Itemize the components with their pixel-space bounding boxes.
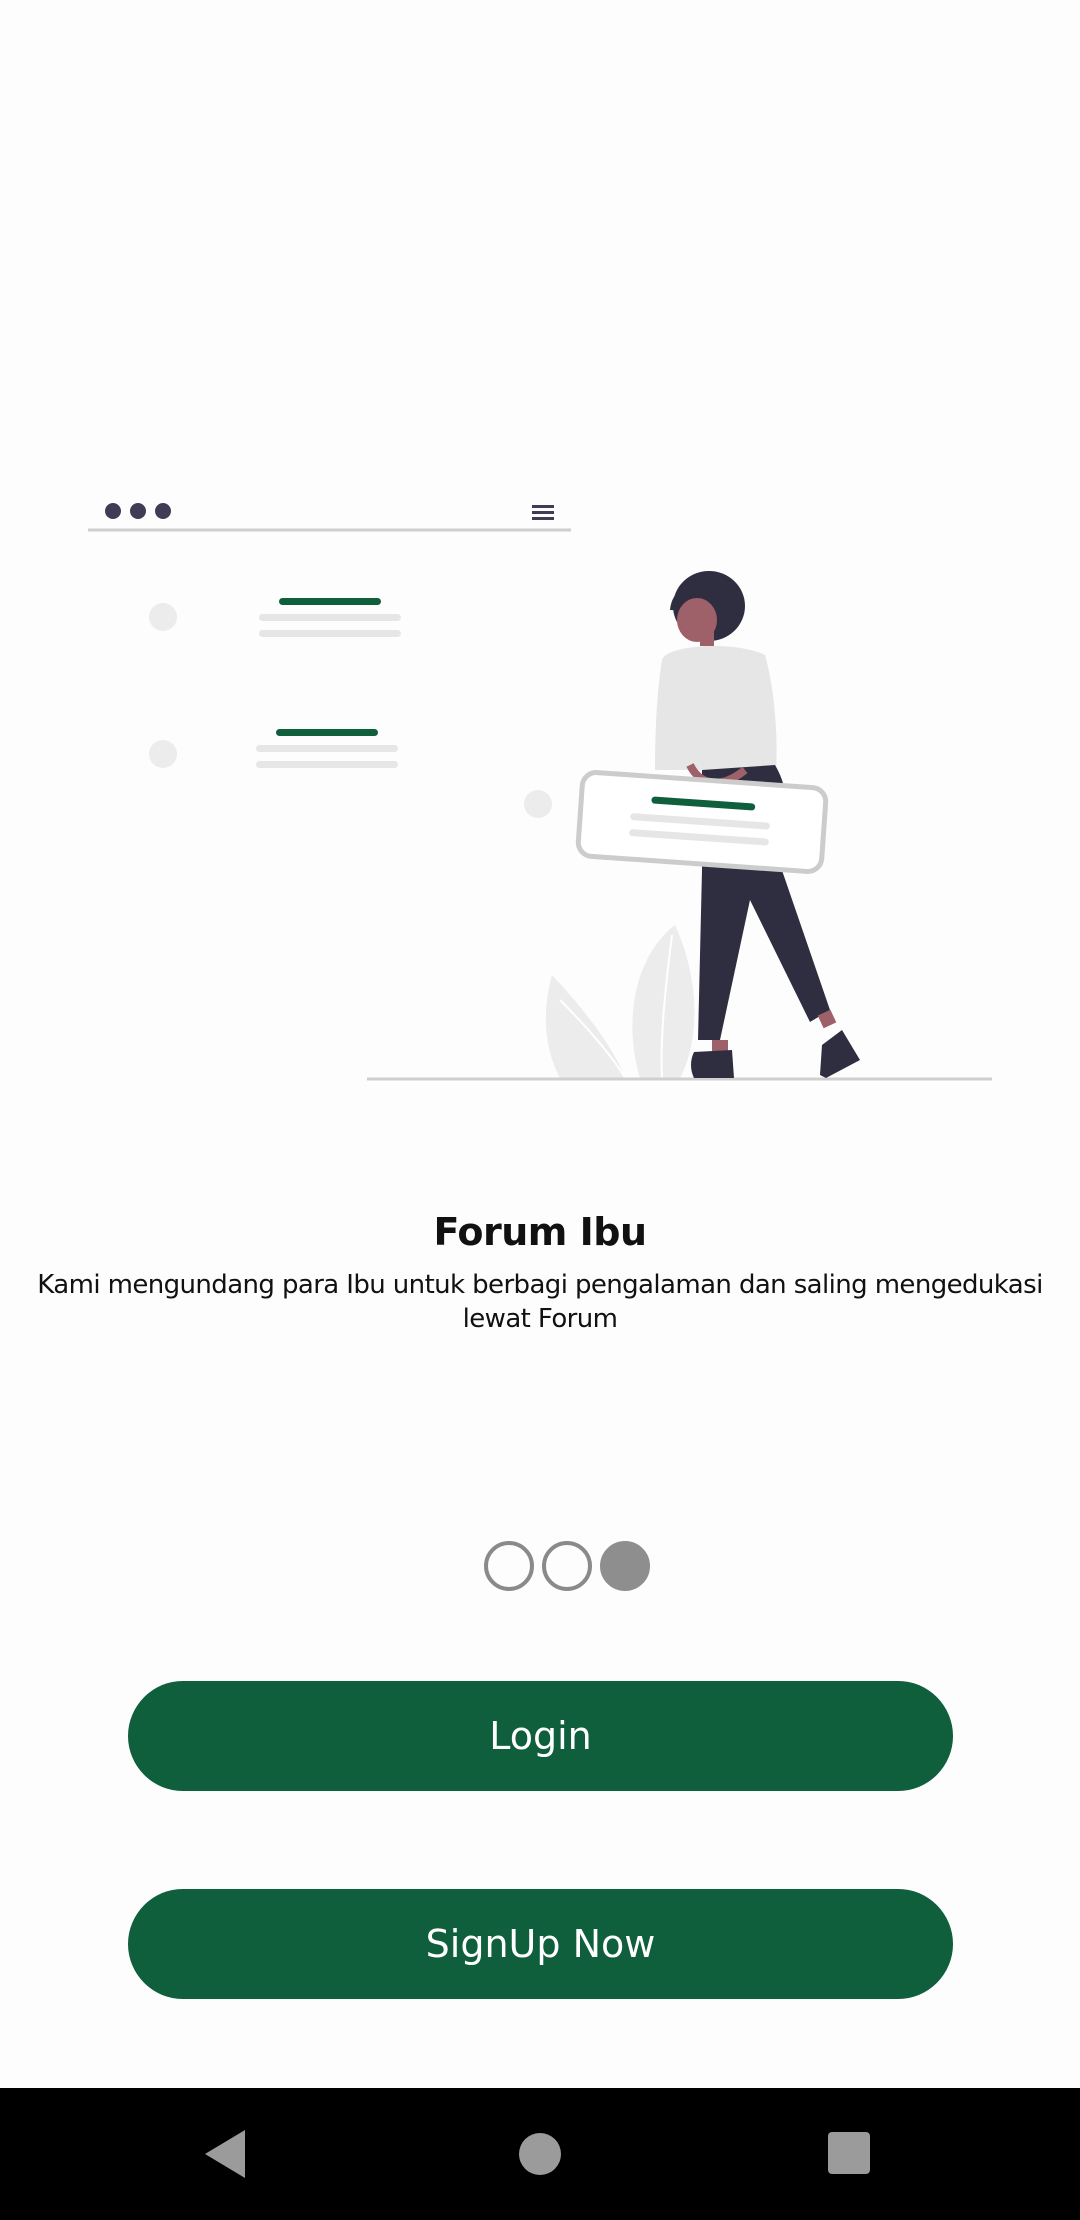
back-icon[interactable] — [205, 2130, 245, 2178]
forum-illustration — [88, 503, 992, 1081]
onboarding-screen: Forum Ibu Kami mengundang para Ibu untuk… — [0, 0, 1080, 2088]
home-icon[interactable] — [519, 2133, 561, 2175]
menu-icon — [532, 505, 554, 520]
recents-icon[interactable] — [828, 2132, 870, 2174]
plant-decoration — [545, 925, 695, 1079]
login-button[interactable]: Login — [128, 1681, 953, 1791]
message-card — [575, 770, 829, 874]
page-dot-1[interactable] — [484, 1541, 534, 1591]
onboarding-title: Forum Ibu — [433, 1210, 647, 1254]
system-navigation-bar — [0, 2088, 1080, 2220]
onboarding-description: Kami mengundang para Ibu untuk berbagi p… — [37, 1270, 1043, 1334]
page-dot-3-active[interactable] — [600, 1541, 650, 1591]
signup-button[interactable]: SignUp Now — [128, 1889, 953, 1999]
browser-mock — [88, 503, 571, 768]
page-indicator — [484, 1541, 650, 1591]
page-dot-2[interactable] — [542, 1541, 592, 1591]
